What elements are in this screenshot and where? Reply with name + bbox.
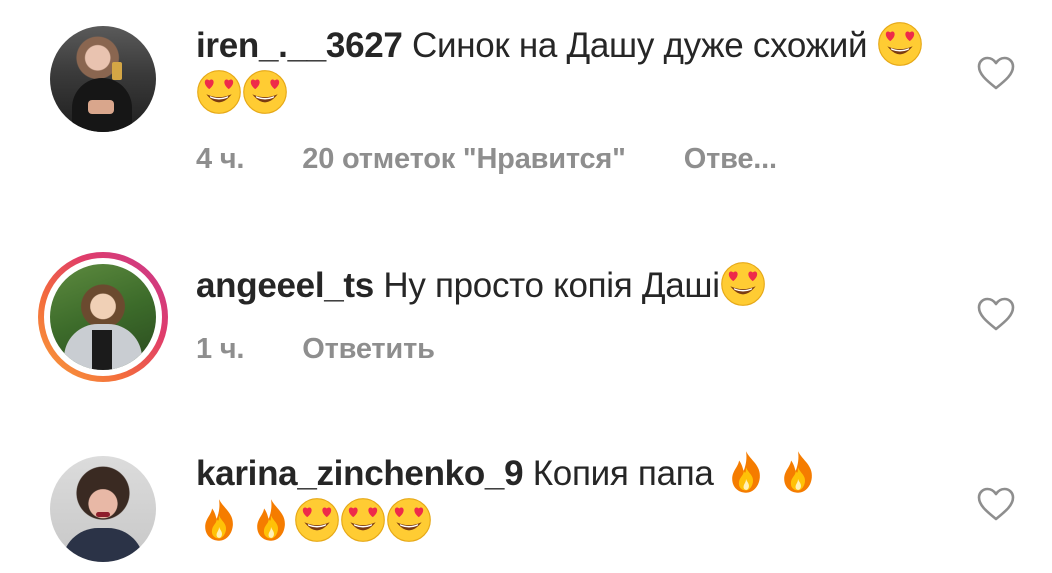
avatar-image	[44, 258, 162, 376]
comment-likes-count[interactable]: 20 отметок "Нравится"	[302, 143, 626, 175]
heart-outline-icon[interactable]	[976, 296, 1016, 332]
heart-eyes-emoji	[340, 497, 386, 543]
heart-outline-icon[interactable]	[976, 486, 1016, 522]
comment-text: Ну просто копія Даші	[373, 266, 720, 305]
heart-eyes-emoji	[294, 497, 340, 543]
comment-time: 1 ч.	[196, 333, 245, 365]
heart-eyes-emoji	[242, 69, 288, 115]
heart-eyes-emoji	[877, 21, 923, 67]
avatar-image	[50, 26, 156, 132]
comment-username[interactable]: iren_.__3627	[196, 26, 403, 65]
avatar[interactable]	[50, 456, 156, 562]
comment-body: iren_.__3627 Синок на Дашу дуже схожий	[196, 22, 936, 118]
fire-emoji	[248, 497, 294, 543]
comment-time: 4 ч.	[196, 143, 245, 175]
fire-emoji	[775, 449, 821, 495]
avatar-story-ring[interactable]	[38, 252, 168, 382]
heart-eyes-emoji	[196, 69, 242, 115]
comment-text: Синок на Дашу дуже схожий	[402, 26, 877, 65]
fire-emoji	[196, 497, 242, 543]
comment-meta: 4 ч. 20 отметок "Нравится" Отве...	[196, 143, 835, 176]
comment-username[interactable]: angeeel_ts	[196, 266, 374, 305]
reply-button[interactable]: Отве...	[684, 143, 777, 175]
heart-eyes-emoji	[386, 497, 432, 543]
avatar-image	[50, 456, 156, 562]
avatar[interactable]	[50, 26, 156, 132]
comment-body: angeeel_ts Ну просто копія Даші	[196, 262, 936, 310]
reply-button[interactable]: Ответить	[302, 333, 435, 365]
heart-eyes-emoji	[720, 261, 766, 307]
comment-text: Копия папа	[523, 454, 723, 493]
comment-username[interactable]: karina_zinchenko_9	[196, 454, 524, 493]
comment-body: karina_zinchenko_9 Копия папа	[196, 450, 936, 546]
fire-emoji	[723, 449, 769, 495]
comment-meta: 1 ч. Ответить	[196, 333, 493, 366]
heart-outline-icon[interactable]	[976, 55, 1016, 91]
